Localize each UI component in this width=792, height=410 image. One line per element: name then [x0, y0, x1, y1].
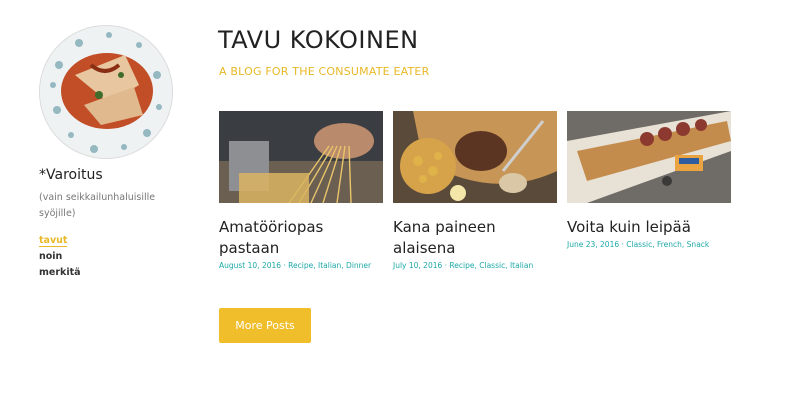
site-title[interactable]: TAVU KOKOINEN — [218, 26, 419, 54]
post-title[interactable]: Kana paineen alaisena — [393, 217, 557, 259]
post-title[interactable]: Amatööriopas pastaan — [219, 217, 383, 259]
pasta-image — [219, 111, 383, 203]
post-thumbnail[interactable] — [393, 111, 557, 203]
sidebar-note: (vain seikkailunhaluisille syöjille) — [39, 192, 156, 219]
sidebar-link-label: merkitä — [39, 267, 81, 278]
sidebar-link-merkita[interactable]: merkitä — [39, 265, 81, 281]
avatar[interactable] — [39, 25, 173, 159]
chicken-image — [393, 111, 557, 203]
post-meta: August 10, 2016 · Recipe, Italian, Dinne… — [219, 261, 372, 270]
sidebar-link-tavut[interactable]: tavut — [39, 233, 81, 249]
sidebar-nav: tavut noin merkitä — [39, 233, 81, 281]
site-tagline: A BLOG FOR THE CONSUMATE EATER — [219, 65, 430, 78]
page: *Varoitus (vain seikkailunhaluisille syö… — [0, 0, 792, 410]
post-card[interactable]: Kana paineen alaisena July 10, 2016 · Re… — [393, 111, 557, 270]
more-posts-button[interactable]: More Posts — [219, 308, 311, 343]
sidebar-link-label: tavut — [39, 235, 68, 247]
sidebar-link-noin[interactable]: noin — [39, 249, 81, 265]
post-thumbnail[interactable] — [219, 111, 383, 203]
bread-butter-image — [567, 111, 731, 203]
post-meta: June 23, 2016 · Classic, French, Snack — [567, 240, 710, 249]
post-thumbnail[interactable] — [567, 111, 731, 203]
avatar-food-image — [40, 26, 172, 158]
post-card[interactable]: Amatööriopas pastaan August 10, 2016 · R… — [219, 111, 383, 270]
post-title[interactable]: Voita kuin leipää — [567, 217, 731, 238]
sidebar-warning: *Varoitus — [39, 167, 103, 183]
sidebar-link-label: noin — [39, 251, 63, 262]
post-meta: July 10, 2016 · Recipe, Classic, Italian — [393, 261, 534, 270]
post-card[interactable]: Voita kuin leipää June 23, 2016 · Classi… — [567, 111, 731, 249]
